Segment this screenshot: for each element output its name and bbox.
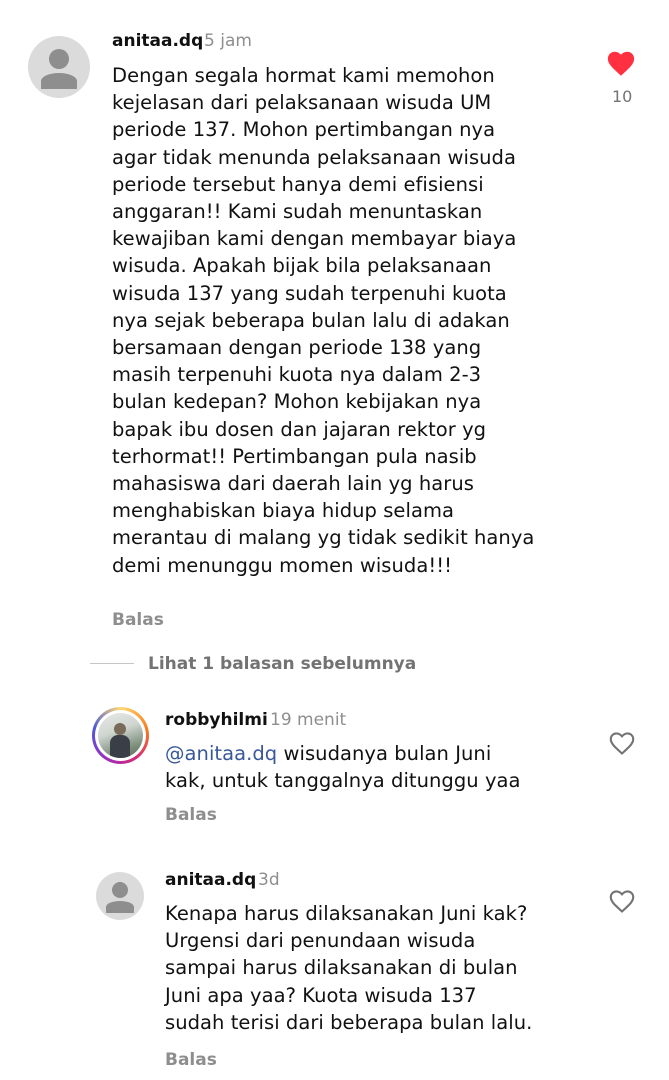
text-line: wisuda 137 yang sudah terpenuhi kuota [112, 281, 507, 305]
reply-username[interactable]: anitaa.dq [165, 870, 256, 890]
text-line: anggaran!! Kami sudah menuntaskan [112, 200, 483, 224]
reply-text: Kenapa harus dilaksanakan Juni kak? Urgen… [165, 900, 532, 1036]
reply-username[interactable]: robbyhilmi [165, 710, 268, 730]
text-line: mahasiswa dari daerah lain yg harus [112, 472, 474, 496]
text-line: merantau di malang yg tidak sedikit hany… [112, 526, 535, 550]
reply-button[interactable]: Balas [165, 1050, 217, 1070]
view-replies-button[interactable]: Lihat 1 balasan sebelumnya [148, 654, 416, 674]
comment-username[interactable]: anitaa.dq [112, 31, 203, 51]
divider-line [90, 663, 134, 664]
text-line: bersamaan dengan periode 138 yang [112, 336, 482, 360]
text-line: Urgensi dari penundaan wisuda [165, 929, 476, 953]
text-line: periode 137. Mohon pertimbangan nya [112, 118, 496, 142]
default-avatar-icon [112, 882, 128, 898]
reply-time: 19 menit [270, 710, 347, 730]
text-line: bapak ibu dosen dan jajaran rektor yg [112, 417, 487, 441]
like-count: 10 [612, 87, 633, 106]
text-line: sampai harus dilaksanakan di bulan [165, 956, 518, 980]
avatar[interactable] [28, 36, 90, 98]
text-line: Dengan segala hormat kami memohon [112, 64, 495, 87]
text-line: terhormat!! Pertimbangan pula nasib [112, 444, 477, 468]
text-line: menghabiskan biaya hidup selama [112, 499, 454, 523]
default-avatar-body [41, 73, 77, 89]
text-line: periode tersebut hanya demi efisiensi [112, 172, 484, 196]
text-line: bulan kedepan? Mohon kebijakan nya [112, 390, 482, 414]
text-line: Juni apa yaa? Kuota wisuda 137 [165, 983, 477, 1007]
avatar[interactable] [96, 872, 144, 920]
default-avatar-body [106, 901, 134, 913]
default-avatar-icon [49, 49, 69, 69]
text-line: kejelasan dari pelaksanaan wisuda UM [112, 91, 492, 115]
reply-button[interactable]: Balas [112, 610, 164, 630]
comment-time: 5 jam [204, 31, 252, 51]
text-line: Kenapa harus dilaksanakan Juni kak? [165, 902, 528, 925]
heart-outline-icon[interactable] [608, 730, 636, 756]
text-line: agar tidak menunda pelaksanaan wisuda [112, 145, 516, 169]
reply-text: @anitaa.dq wisudanya bulan Juni kak, unt… [165, 742, 521, 793]
text-line: sudah terisi dari beberapa bulan lalu. [165, 1010, 533, 1034]
reply-time: 3d [258, 870, 280, 890]
text-line: wisuda. Apakah bijak bila pelaksanaan [112, 254, 492, 278]
reply-button[interactable]: Balas [165, 805, 217, 825]
text-line: nya sejak beberapa bulan lalu di adakan [112, 308, 510, 332]
text-line: demi menunggu momen wisuda!!! [112, 553, 452, 577]
story-ring[interactable] [92, 707, 149, 764]
comment-text: Dengan segala hormat kami memohon kejelas… [112, 62, 534, 579]
text-line: masih terpenuhi kuota nya dalam 2-3 [112, 363, 482, 387]
mention-link[interactable]: @anitaa.dq [165, 742, 277, 765]
text-line: kewajiban kami dengan membayar biaya [112, 227, 517, 251]
heart-outline-icon[interactable] [608, 888, 636, 914]
avatar-photo [98, 713, 143, 758]
heart-filled-icon[interactable] [606, 49, 636, 77]
